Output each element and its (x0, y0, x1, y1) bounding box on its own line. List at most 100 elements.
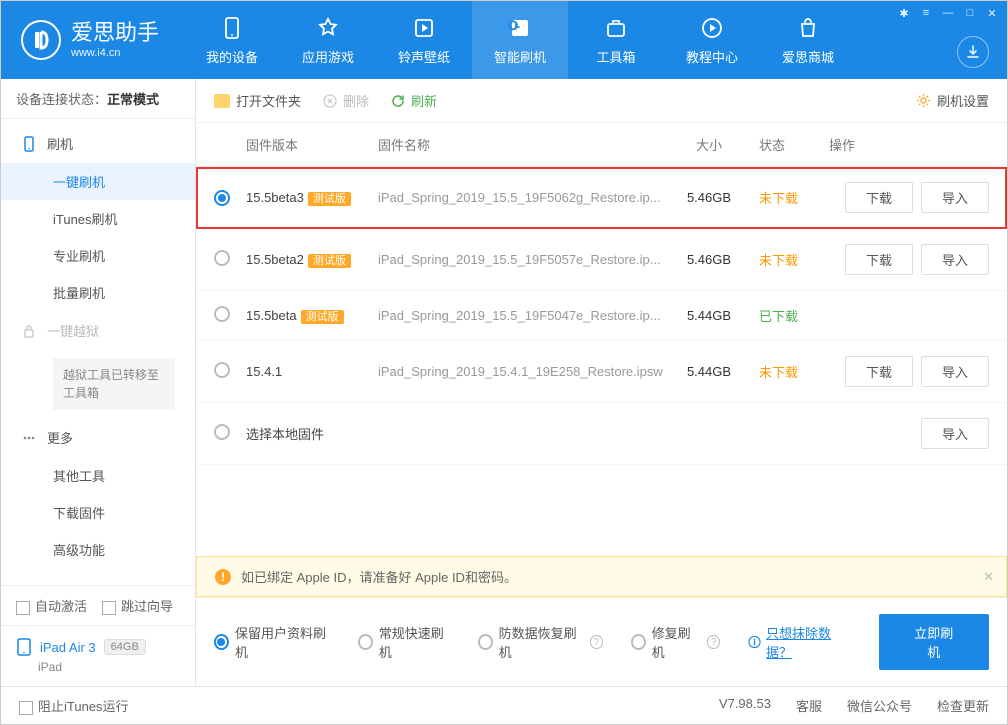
firmware-row[interactable]: 15.5beta3测试版iPad_Spring_2019_15.5_19F506… (196, 167, 1007, 229)
import-button[interactable]: 导入 (921, 244, 989, 275)
sidebar-item[interactable]: 批量刷机 (1, 274, 195, 311)
sidebar-item[interactable]: iTunes刷机 (1, 200, 195, 237)
firmware-version: 15.5beta2 (246, 252, 304, 267)
flash-now-button[interactable]: 立即刷机 (879, 614, 989, 670)
win-menu-icon[interactable]: ✱ (897, 6, 911, 20)
firmware-version: 15.5beta3 (246, 190, 304, 205)
folder-icon (214, 94, 230, 108)
firmware-filename: iPad_Spring_2019_15.5_19F5057e_Restore.i… (378, 252, 669, 267)
lock-icon (21, 323, 37, 339)
notice-bar: ! 如已绑定 Apple ID，请准备好 Apple ID和密码。 ✕ (196, 556, 1007, 597)
win-close-icon[interactable]: ✕ (985, 6, 999, 20)
firmware-row[interactable]: 15.5beta2 测试版 iPad_Spring_2019_15.5_19F505… (196, 229, 1007, 291)
warning-icon: ! (215, 569, 231, 585)
firmware-status: 未下载 (749, 250, 829, 269)
firmware-status: 已下载 (749, 306, 829, 325)
erase-data-link[interactable]: 只想抹除数据？ (766, 623, 851, 661)
beta-tag: 测试版 (301, 310, 344, 324)
skip-guide-checkbox[interactable]: 跳过向导 (102, 596, 173, 615)
win-list-icon[interactable]: ≡ (919, 6, 933, 20)
notice-close-button[interactable]: ✕ (983, 569, 994, 585)
content-area: 打开文件夹 删除 刷新 刷机设置 固件版本 固件名称 (196, 79, 1007, 686)
settings-button[interactable]: 刷机设置 (916, 91, 989, 110)
device-panel[interactable]: iPad Air 3 64GB iPad (1, 625, 195, 686)
support-link[interactable]: 客服 (796, 696, 822, 715)
flash-mode-option[interactable]: 保留用户资料刷机 (214, 623, 330, 661)
th-ops: 操作 (829, 135, 989, 154)
tab-1[interactable]: 应用游戏 (280, 1, 376, 79)
tab-0[interactable]: 我的设备 (184, 1, 280, 79)
window-controls: ✱ ≡ — □ ✕ (897, 6, 999, 20)
import-button[interactable]: 导入 (921, 418, 989, 449)
connection-status: 设备连接状态：正常模式 (1, 79, 195, 119)
sidebar-group-flash[interactable]: 刷机 (1, 124, 195, 163)
win-minimize-icon[interactable]: — (941, 6, 955, 20)
beta-tag: 测试版 (308, 254, 351, 268)
gear-icon (916, 93, 931, 108)
row-radio[interactable] (214, 190, 230, 206)
import-button[interactable]: 导入 (921, 356, 989, 387)
row-radio[interactable] (214, 424, 230, 440)
th-status: 状态 (749, 135, 829, 154)
version-label: V7.98.53 (719, 696, 771, 715)
tab-6[interactable]: 爱思商城 (760, 1, 856, 79)
sidebar-item[interactable]: 下载固件 (1, 494, 195, 531)
header-download-button[interactable] (957, 36, 989, 68)
option-radio (214, 634, 229, 650)
flash-mode-option[interactable]: 防数据恢复刷机? (478, 623, 603, 661)
device-storage-badge: 64GB (104, 639, 146, 655)
tab-4[interactable]: 工具箱 (568, 1, 664, 79)
logo: 爱思助手 www.i4.cn (1, 20, 159, 60)
app-url: www.i4.cn (71, 47, 159, 60)
sidebar-item[interactable]: 专业刷机 (1, 237, 195, 274)
firmware-row[interactable]: 15.4.1iPad_Spring_2019_15.4.1_19E258_Res… (196, 341, 1007, 403)
th-size: 大小 (669, 135, 749, 154)
download-button[interactable]: 下载 (845, 182, 913, 213)
open-folder-button[interactable]: 打开文件夹 (214, 91, 301, 110)
firmware-size: 5.46GB (669, 252, 749, 267)
app-name: 爱思助手 (71, 20, 159, 46)
tab-icon (795, 15, 821, 41)
import-button[interactable]: 导入 (921, 182, 989, 213)
sidebar-group-jailbreak: 一键越狱 (1, 311, 195, 350)
option-radio (478, 634, 493, 650)
sidebar-group-more-label: 更多 (47, 428, 73, 447)
logo-icon (21, 20, 61, 60)
option-radio (631, 634, 646, 650)
refresh-icon (391, 94, 405, 108)
toolbar: 打开文件夹 删除 刷新 刷机设置 (196, 79, 1007, 123)
sidebar-item[interactable]: 其他工具 (1, 457, 195, 494)
firmware-row[interactable]: 选择本地固件导入 (196, 403, 1007, 465)
sidebar-item[interactable]: 一键刷机 (1, 163, 195, 200)
action-bar: 保留用户资料刷机常规快速刷机防数据恢复刷机? 修复刷机? 只想抹除数据？ 立即刷机 (196, 597, 1007, 686)
device-type: iPad (16, 660, 180, 674)
block-itunes-checkbox[interactable]: 阻止iTunes运行 (19, 696, 129, 715)
firmware-row[interactable]: 15.5beta测试版iPad_Spring_2019_15.5_19F5047… (196, 291, 1007, 341)
row-radio[interactable] (214, 250, 230, 266)
statusbar: 阻止iTunes运行 V7.98.53 客服 微信公众号 检查更新 (1, 686, 1007, 724)
sidebar-item[interactable]: 高级功能 (1, 531, 195, 568)
main-tabs: 我的设备应用游戏铃声壁纸智能刷机工具箱教程中心爱思商城 (184, 1, 856, 79)
firmware-status: 未下载 (749, 362, 829, 381)
help-icon[interactable]: ? (590, 635, 603, 649)
delete-icon (323, 94, 337, 108)
tab-5[interactable]: 教程中心 (664, 1, 760, 79)
check-update-link[interactable]: 检查更新 (937, 696, 989, 715)
sidebar-options: 自动激活 跳过向导 (1, 585, 195, 625)
refresh-button[interactable]: 刷新 (391, 91, 437, 110)
download-button[interactable]: 下载 (845, 356, 913, 387)
flash-mode-option[interactable]: 修复刷机? (631, 623, 720, 661)
flash-mode-option[interactable]: 常规快速刷机 (358, 623, 450, 661)
row-radio[interactable] (214, 306, 230, 322)
firmware-table: 15.5beta3测试版iPad_Spring_2019_15.5_19F506… (196, 167, 1007, 465)
win-maximize-icon[interactable]: □ (963, 6, 977, 20)
help-icon[interactable]: ? (707, 635, 720, 649)
tab-3[interactable]: 智能刷机 (472, 1, 568, 79)
wechat-link[interactable]: 微信公众号 (847, 696, 912, 715)
download-button[interactable]: 下载 (845, 244, 913, 275)
tab-icon (699, 15, 725, 41)
auto-activate-checkbox[interactable]: 自动激活 (16, 596, 87, 615)
tab-2[interactable]: 铃声壁纸 (376, 1, 472, 79)
row-radio[interactable] (214, 362, 230, 378)
sidebar-group-more[interactable]: 更多 (1, 418, 195, 457)
